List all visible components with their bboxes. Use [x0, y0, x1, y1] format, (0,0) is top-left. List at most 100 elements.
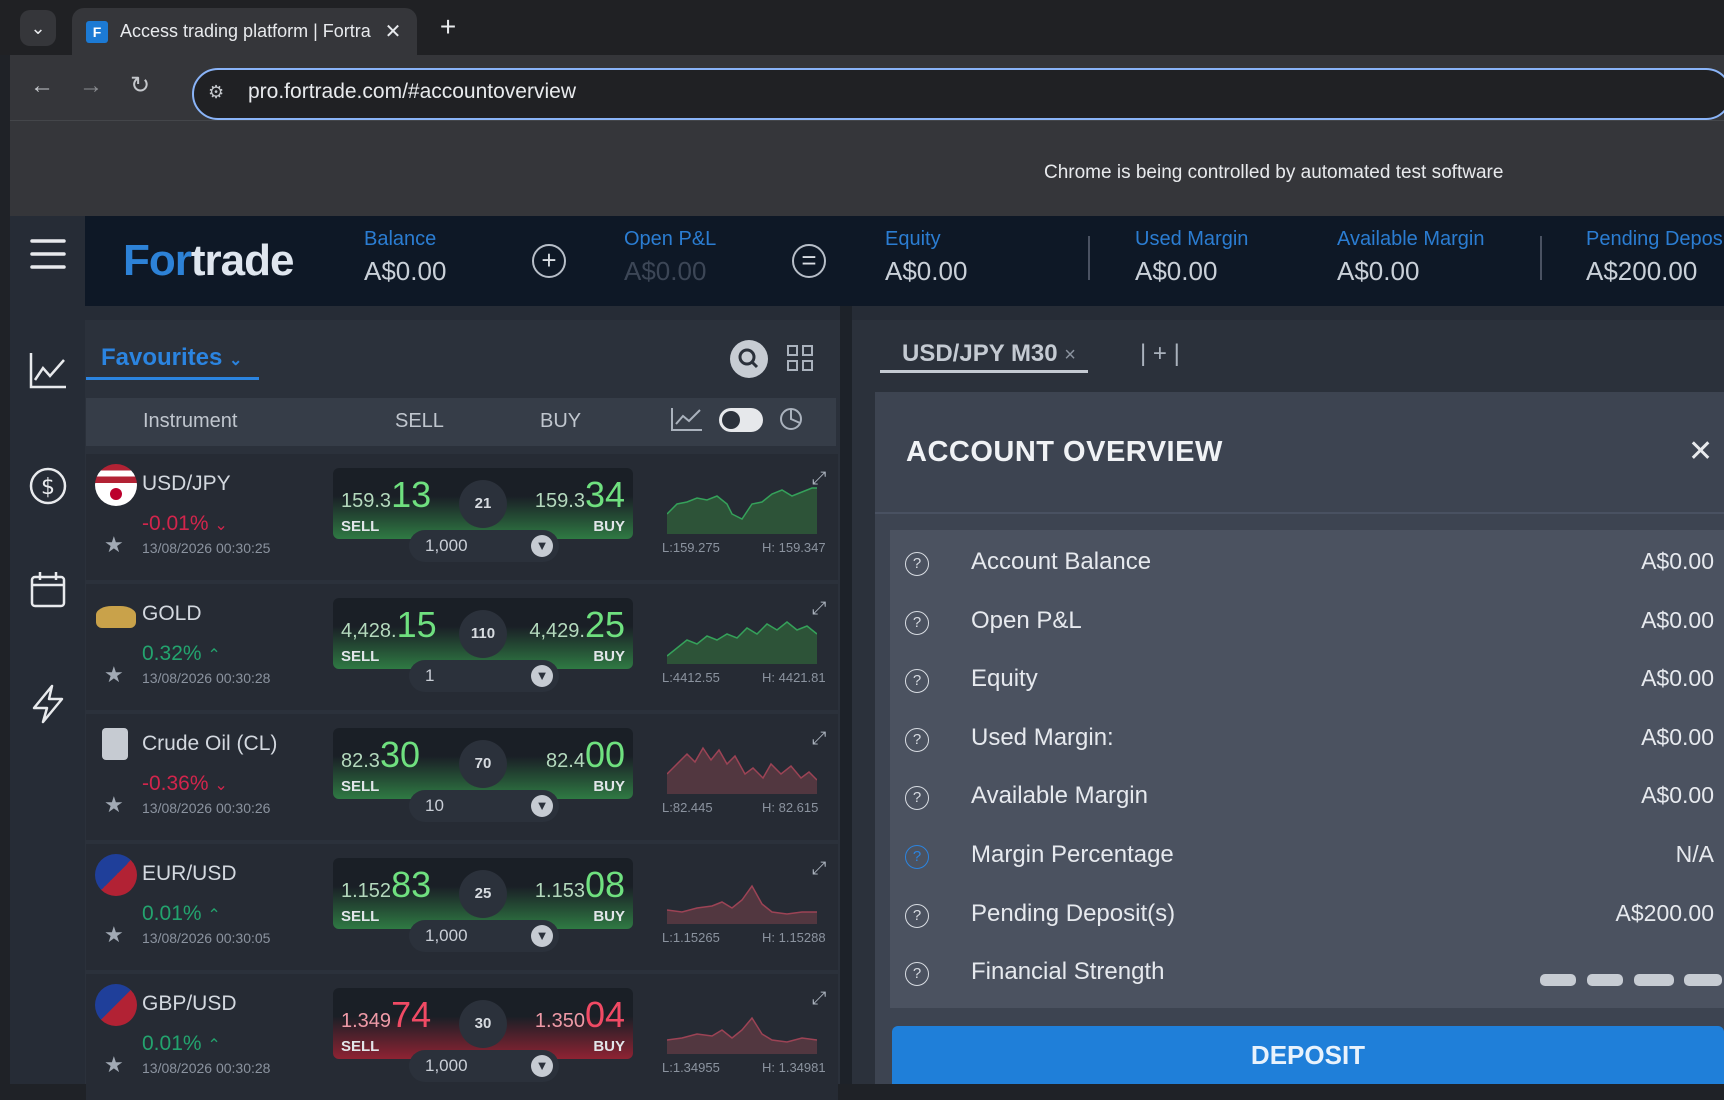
- instrument-name[interactable]: GOLD: [142, 602, 202, 626]
- site-settings-icon[interactable]: ⚙: [208, 82, 224, 103]
- strength-bar: [1684, 974, 1722, 987]
- chevron-down-icon: ⌄: [229, 352, 243, 369]
- chart-line-icon[interactable]: [10, 350, 85, 395]
- chart-tab[interactable]: USD/JPY M30 ×: [902, 340, 1076, 368]
- reload-icon[interactable]: ↻: [122, 68, 158, 104]
- mini-chart[interactable]: [666, 604, 818, 664]
- calendar-icon[interactable]: [10, 570, 85, 615]
- panel-splitter[interactable]: [840, 306, 852, 1084]
- star-icon[interactable]: ★: [104, 792, 124, 818]
- chevron-down-icon[interactable]: ▼: [531, 1055, 553, 1077]
- tab-search-dropdown[interactable]: ⌄: [20, 10, 56, 46]
- quantity-select[interactable]: 10 ▼: [409, 790, 559, 822]
- svg-text:$: $: [41, 475, 55, 500]
- instrument-name[interactable]: Crude Oil (CL): [142, 732, 277, 756]
- expand-icon[interactable]: ⤢: [812, 598, 826, 619]
- tab-title: Access trading platform | Fortra: [120, 21, 371, 41]
- quantity-select[interactable]: 1,000 ▼: [409, 1050, 559, 1082]
- quantity-select[interactable]: 1,000 ▼: [409, 920, 559, 952]
- high-price: H: 82.615: [762, 800, 819, 815]
- help-icon[interactable]: ?: [905, 610, 929, 635]
- low-price: L:82.445: [662, 800, 713, 815]
- trade-tile: 1.34974 SELL 1.35004 BUY 30 1,000 ▼: [333, 988, 633, 1088]
- price-change: 0.01% ⌃: [142, 1032, 221, 1055]
- price-change: -0.36% ⌄: [142, 772, 228, 795]
- close-icon[interactable]: ×: [1064, 344, 1076, 366]
- expand-icon[interactable]: ⤢: [812, 858, 826, 879]
- new-tab-button[interactable]: +: [432, 12, 464, 44]
- url-text[interactable]: pro.fortrade.com/#accountoverview: [248, 80, 576, 104]
- star-icon[interactable]: ★: [104, 922, 124, 948]
- help-icon[interactable]: ?: [905, 552, 929, 576]
- help-icon[interactable]: ?: [905, 845, 929, 869]
- help-icon[interactable]: ?: [905, 727, 929, 752]
- favourites-dropdown[interactable]: Favourites ⌄: [101, 344, 242, 372]
- sell-tag: SELL: [341, 1038, 380, 1055]
- help-icon[interactable]: ?: [905, 903, 929, 928]
- deposit-button[interactable]: DEPOSIT: [892, 1026, 1724, 1084]
- chevron-down-icon: ⌄: [214, 517, 228, 534]
- lightning-icon[interactable]: [10, 684, 85, 729]
- spread-badge: 70: [459, 740, 507, 788]
- star-icon[interactable]: ★: [104, 1052, 124, 1078]
- chevron-down-icon[interactable]: ▼: [531, 535, 553, 557]
- expand-icon[interactable]: ⤢: [812, 728, 826, 749]
- mini-chart[interactable]: [666, 474, 817, 534]
- instrument-name[interactable]: GBP/USD: [142, 992, 237, 1016]
- spread-badge: 21: [459, 480, 507, 528]
- expand-icon[interactable]: ⤢: [812, 988, 826, 1009]
- buy-column: BUY: [540, 410, 582, 432]
- dollar-circle-icon[interactable]: $: [10, 466, 85, 511]
- menu-icon[interactable]: [10, 236, 85, 277]
- quote-time: 13/08/2026 00:30:26: [142, 800, 271, 816]
- back-arrow-icon[interactable]: ←: [24, 68, 60, 104]
- buy-tag: BUY: [593, 518, 625, 535]
- quantity-select[interactable]: 1 ▼: [409, 660, 559, 692]
- overview-item-value: A$0.00: [1641, 723, 1714, 750]
- chevron-down-icon[interactable]: ▼: [531, 795, 553, 817]
- chevron-down-icon: ⌄: [214, 777, 228, 794]
- help-icon[interactable]: ?: [905, 962, 929, 987]
- trade-tile: 4,428.15 SELL 4,429.25 BUY 110 1 ▼: [333, 598, 633, 698]
- equals-icon[interactable]: =: [792, 244, 826, 278]
- chevron-down-icon[interactable]: ▼: [531, 665, 553, 687]
- instrument-name[interactable]: USD/JPY: [142, 472, 231, 496]
- search-icon[interactable]: [730, 340, 768, 378]
- chevron-down-icon[interactable]: ▼: [531, 925, 553, 947]
- low-price: L:159.275: [662, 540, 720, 555]
- view-toggle[interactable]: [719, 408, 763, 432]
- strength-bar: [1540, 974, 1576, 987]
- chart-view-icon[interactable]: [670, 406, 704, 437]
- mini-chart[interactable]: [666, 994, 818, 1054]
- grid-view-icon[interactable]: [786, 344, 814, 372]
- quantity-select[interactable]: 1,000 ▼: [409, 530, 559, 562]
- eur-usd-flag-icon: [95, 854, 137, 896]
- add-chart-button[interactable]: | + |: [1140, 340, 1180, 368]
- close-icon[interactable]: ✕: [1688, 434, 1713, 469]
- pie-chart-icon[interactable]: [778, 406, 804, 437]
- high-price: H: 1.15288: [762, 930, 826, 945]
- quote-time: 13/08/2026 00:30:28: [142, 670, 271, 686]
- instrument-name[interactable]: EUR/USD: [142, 862, 237, 886]
- mini-chart[interactable]: [666, 734, 818, 794]
- quote-time: 13/08/2026 00:30:28: [142, 1060, 271, 1076]
- used-margin-value: A$0.00: [1135, 256, 1218, 286]
- price-change: 0.01% ⌃: [142, 902, 221, 925]
- help-icon[interactable]: ?: [905, 669, 929, 694]
- chevron-up-icon: ⌃: [207, 647, 221, 664]
- buy-tag: BUY: [593, 1038, 625, 1055]
- equity-value: A$0.00: [885, 256, 968, 286]
- gold-bars-icon: [96, 606, 136, 628]
- forward-arrow-icon[interactable]: →: [73, 68, 109, 104]
- overview-item-value: A$0.00: [1641, 606, 1714, 633]
- high-price: H: 1.34981: [762, 1060, 826, 1075]
- account-overview-list: [890, 530, 1724, 1008]
- add-funds-icon[interactable]: +: [532, 244, 566, 278]
- browser-tab[interactable]: F Access trading platform | Fortra ✕: [72, 8, 417, 55]
- star-icon[interactable]: ★: [104, 532, 124, 558]
- favourites-underline: [86, 377, 259, 380]
- star-icon[interactable]: ★: [104, 662, 124, 688]
- expand-icon[interactable]: ⤢: [812, 468, 826, 489]
- tab-close-icon[interactable]: ✕: [379, 19, 407, 44]
- mini-chart[interactable]: [666, 864, 817, 924]
